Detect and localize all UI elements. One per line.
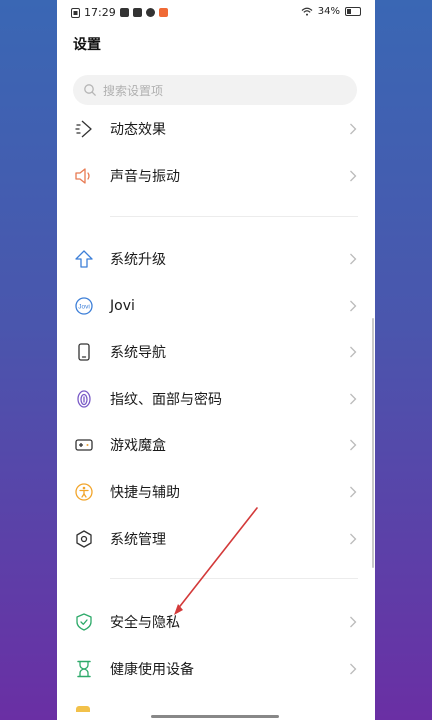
settings-screen: 17:29 34% 设置 搜索设置项 动态效果 声音与振动 系统升级 Jovi …: [57, 0, 375, 720]
annotation-arrow-icon: [174, 507, 258, 615]
